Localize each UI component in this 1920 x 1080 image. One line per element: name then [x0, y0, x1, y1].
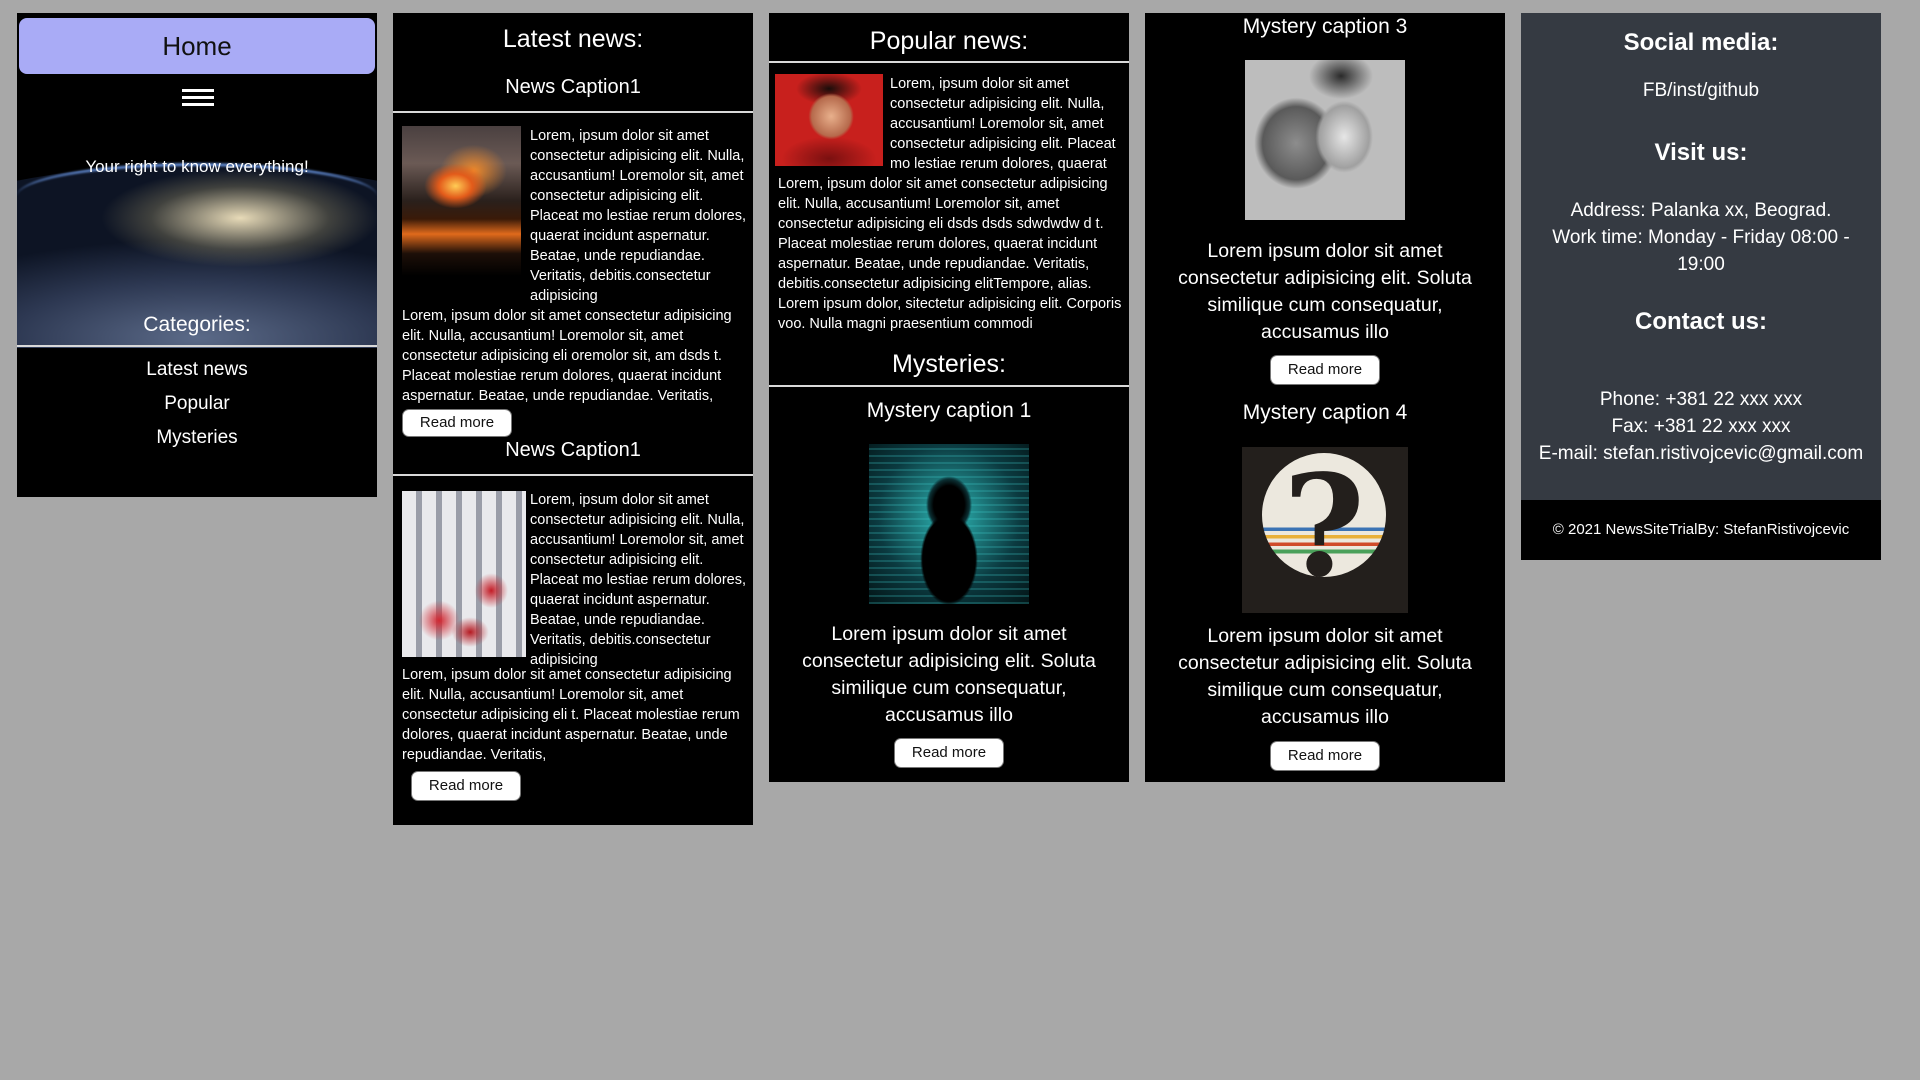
read-more-button[interactable]: Read more	[402, 409, 512, 437]
info-panel: Social media: FB/inst/github Visit us: A…	[1521, 13, 1881, 560]
protest-image	[402, 491, 526, 657]
girl-with-teddy-bear-image	[1245, 60, 1405, 220]
question-mark-image: ?	[1242, 447, 1408, 613]
divider	[769, 61, 1129, 63]
divider	[393, 111, 753, 113]
read-more-button[interactable]: Read more	[1270, 355, 1380, 385]
mystery-caption: Mystery caption 4	[1242, 401, 1408, 424]
address-text: Address: Palanka xx, Beograd.	[1570, 200, 1832, 221]
forest-fire-image	[402, 126, 521, 276]
popular-body-text: Lorem, ipsum dolor sit amet consectetur …	[778, 176, 1122, 332]
elvis-portrait-image	[775, 74, 883, 166]
tagline: Your right to know everything!	[85, 157, 309, 176]
read-more-button[interactable]: Read more	[1270, 741, 1380, 771]
fax-text: Fax: +381 22 xxx xxx	[1611, 416, 1791, 437]
social-links[interactable]: FB/inst/github	[1521, 77, 1881, 104]
mystery-text: Lorem ipsum dolor sit amet consectetur a…	[1178, 240, 1472, 343]
mystery-caption: Mystery caption 1	[866, 399, 1032, 422]
mystery-text: Lorem ipsum dolor sit amet consectetur a…	[1178, 625, 1472, 728]
mystery-caption: Mystery caption 3	[1242, 15, 1408, 38]
phone-text: Phone: +381 22 xxx xxx	[1599, 389, 1803, 410]
category-latest-news[interactable]: Latest news	[17, 359, 377, 381]
visit-us-title: Visit us:	[1654, 139, 1748, 166]
article-body-text: Lorem, ipsum dolor sit amet consectetur …	[402, 308, 732, 404]
contact-us-title: Contact us:	[1635, 308, 1767, 335]
popular-news-title: Popular news:	[869, 27, 1029, 55]
divider	[17, 345, 377, 347]
footer-copyright: © 2021 NewsSiteTrialBy: StefanRistivojce…	[1521, 500, 1881, 560]
read-more-button[interactable]: Read more	[894, 738, 1004, 768]
article-side-text: Lorem, ipsum dolor sit amet consectetur …	[530, 492, 746, 668]
popular-side-text: Lorem, ipsum dolor sit amet consectetur …	[890, 76, 1116, 172]
nav-panel: Home Your right to know everything! Cate…	[17, 13, 377, 497]
read-more-button[interactable]: Read more	[411, 771, 521, 801]
mystery-text: Lorem ipsum dolor sit amet consectetur a…	[802, 623, 1096, 726]
category-popular[interactable]: Popular	[17, 393, 377, 415]
categories-title: Categories:	[143, 313, 251, 336]
mysteries-panel: Mystery caption 3 Lorem ipsum dolor sit …	[1145, 13, 1505, 782]
article-body-text: Lorem, ipsum dolor sit amet consectetur …	[402, 667, 740, 763]
news-caption: News Caption1	[505, 76, 641, 98]
mysteries-title: Mysteries:	[892, 350, 1006, 378]
category-mysteries[interactable]: Mysteries	[17, 427, 377, 449]
work-time-text: Work time: Monday - Friday 08:00 - 19:00	[1552, 227, 1850, 275]
hooded-hacker-image	[869, 444, 1029, 604]
divider	[769, 385, 1129, 387]
article-side-text: Lorem, ipsum dolor sit amet consectetur …	[530, 128, 746, 304]
question-mark-icon: ?	[1282, 447, 1366, 609]
latest-news-title: Latest news:	[502, 25, 644, 53]
news-caption: News Caption1	[505, 439, 641, 461]
social-media-title: Social media:	[1623, 29, 1779, 56]
email-text[interactable]: E-mail: stefan.ristivojcevic@gmail.com	[1521, 440, 1881, 467]
popular-news-panel: Popular news: Lorem, ipsum dolor sit ame…	[769, 13, 1129, 782]
latest-news-panel: Latest news: News Caption1 Lorem, ipsum …	[393, 13, 753, 825]
divider	[393, 474, 753, 476]
hamburger-menu-icon[interactable]	[182, 89, 214, 107]
home-button[interactable]: Home	[19, 18, 375, 74]
